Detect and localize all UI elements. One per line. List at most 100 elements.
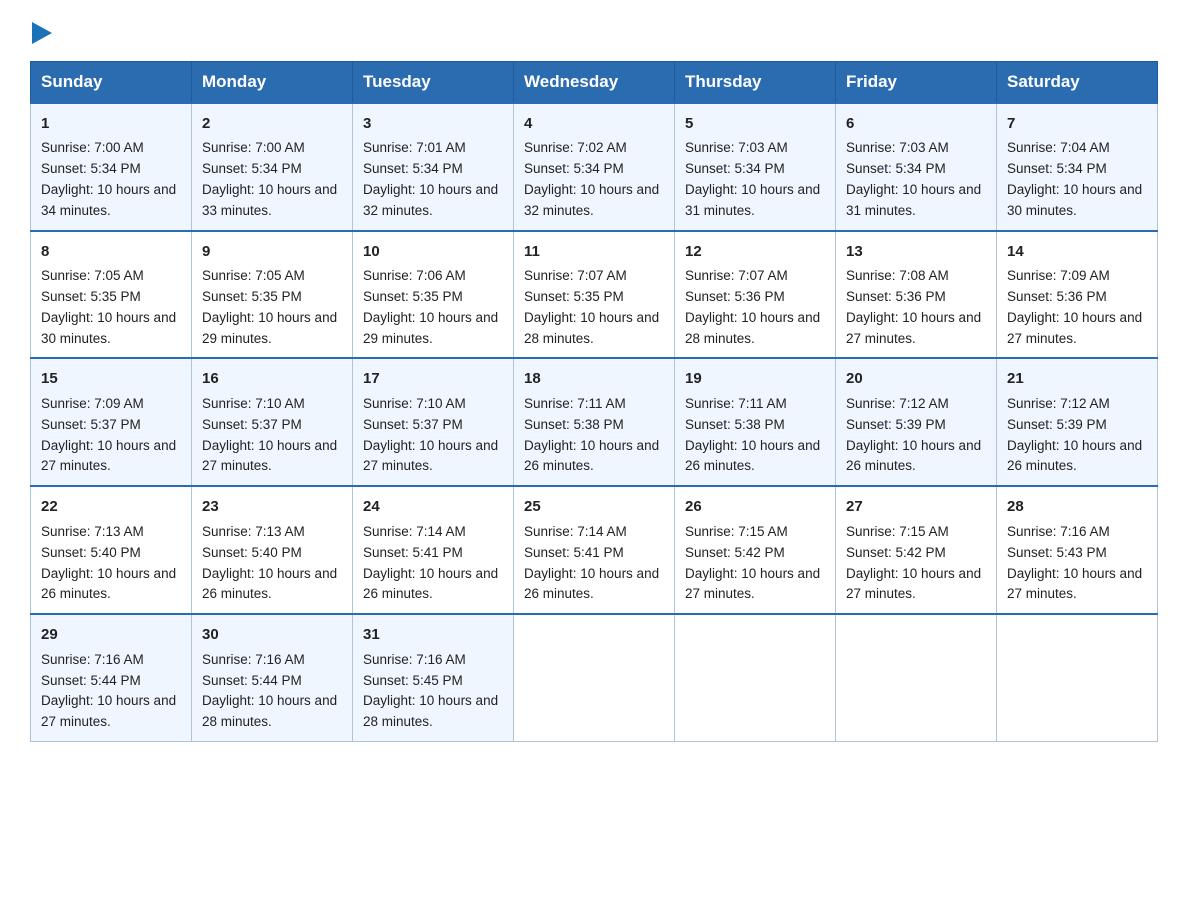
sunset-text: Sunset: 5:34 PM [363, 161, 463, 176]
daylight-text: Daylight: 10 hours and 26 minutes. [524, 438, 659, 474]
sunset-text: Sunset: 5:34 PM [524, 161, 624, 176]
sunset-text: Sunset: 5:41 PM [524, 545, 624, 560]
sunrise-text: Sunrise: 7:13 AM [202, 524, 305, 539]
sunrise-text: Sunrise: 7:07 AM [524, 268, 627, 283]
calendar-cell: 8Sunrise: 7:05 AMSunset: 5:35 PMDaylight… [31, 231, 192, 359]
day-header-monday: Monday [192, 61, 353, 103]
sunrise-text: Sunrise: 7:04 AM [1007, 140, 1110, 155]
calendar-cell [836, 614, 997, 741]
daylight-text: Daylight: 10 hours and 28 minutes. [363, 693, 498, 729]
daylight-text: Daylight: 10 hours and 27 minutes. [363, 438, 498, 474]
day-header-friday: Friday [836, 61, 997, 103]
day-number: 10 [363, 240, 503, 263]
sunrise-text: Sunrise: 7:14 AM [524, 524, 627, 539]
calendar-cell: 31Sunrise: 7:16 AMSunset: 5:45 PMDayligh… [353, 614, 514, 741]
daylight-text: Daylight: 10 hours and 26 minutes. [846, 438, 981, 474]
sunrise-text: Sunrise: 7:03 AM [846, 140, 949, 155]
week-row-1: 1Sunrise: 7:00 AMSunset: 5:34 PMDaylight… [31, 103, 1158, 231]
calendar-cell: 2Sunrise: 7:00 AMSunset: 5:34 PMDaylight… [192, 103, 353, 231]
sunset-text: Sunset: 5:39 PM [1007, 417, 1107, 432]
logo-arrow-icon [32, 22, 52, 44]
daylight-text: Daylight: 10 hours and 26 minutes. [1007, 438, 1142, 474]
calendar-cell: 18Sunrise: 7:11 AMSunset: 5:38 PMDayligh… [514, 358, 675, 486]
daylight-text: Daylight: 10 hours and 28 minutes. [685, 310, 820, 346]
day-number: 13 [846, 240, 986, 263]
day-number: 28 [1007, 495, 1147, 518]
sunrise-text: Sunrise: 7:10 AM [363, 396, 466, 411]
sunset-text: Sunset: 5:36 PM [1007, 289, 1107, 304]
calendar-cell: 17Sunrise: 7:10 AMSunset: 5:37 PMDayligh… [353, 358, 514, 486]
sunrise-text: Sunrise: 7:06 AM [363, 268, 466, 283]
daylight-text: Daylight: 10 hours and 26 minutes. [363, 566, 498, 602]
day-header-thursday: Thursday [675, 61, 836, 103]
daylight-text: Daylight: 10 hours and 26 minutes. [685, 438, 820, 474]
daylight-text: Daylight: 10 hours and 27 minutes. [846, 310, 981, 346]
day-header-wednesday: Wednesday [514, 61, 675, 103]
sunset-text: Sunset: 5:34 PM [1007, 161, 1107, 176]
daylight-text: Daylight: 10 hours and 32 minutes. [524, 182, 659, 218]
sunrise-text: Sunrise: 7:05 AM [202, 268, 305, 283]
calendar-cell: 22Sunrise: 7:13 AMSunset: 5:40 PMDayligh… [31, 486, 192, 614]
daylight-text: Daylight: 10 hours and 26 minutes. [524, 566, 659, 602]
sunrise-text: Sunrise: 7:14 AM [363, 524, 466, 539]
sunrise-text: Sunrise: 7:16 AM [41, 652, 144, 667]
calendar-cell: 27Sunrise: 7:15 AMSunset: 5:42 PMDayligh… [836, 486, 997, 614]
day-number: 9 [202, 240, 342, 263]
day-number: 25 [524, 495, 664, 518]
week-row-5: 29Sunrise: 7:16 AMSunset: 5:44 PMDayligh… [31, 614, 1158, 741]
day-number: 30 [202, 623, 342, 646]
calendar-cell: 10 Sunrise: 7:06 AM Sunset: 5:35 PM Dayligh… [353, 231, 514, 359]
calendar-cell: 4Sunrise: 7:02 AMSunset: 5:34 PMDaylight… [514, 103, 675, 231]
calendar-cell: 26Sunrise: 7:15 AMSunset: 5:42 PMDayligh… [675, 486, 836, 614]
sunset-text: Sunset: 5:34 PM [846, 161, 946, 176]
day-number: 29 [41, 623, 181, 646]
calendar-cell: 24Sunrise: 7:14 AMSunset: 5:41 PMDayligh… [353, 486, 514, 614]
sunset-text: Sunset: 5:35 PM [363, 289, 463, 304]
calendar-cell: 30Sunrise: 7:16 AMSunset: 5:44 PMDayligh… [192, 614, 353, 741]
day-number: 20 [846, 367, 986, 390]
days-header-row: SundayMondayTuesdayWednesdayThursdayFrid… [31, 61, 1158, 103]
sunset-text: Sunset: 5:37 PM [41, 417, 141, 432]
sunrise-text: Sunrise: 7:12 AM [1007, 396, 1110, 411]
calendar-cell [514, 614, 675, 741]
sunset-text: Sunset: 5:37 PM [202, 417, 302, 432]
day-number: 1 [41, 112, 181, 135]
sunrise-text: Sunrise: 7:05 AM [41, 268, 144, 283]
calendar-cell: 25 Sunrise: 7:14 AM Sunset: 5:41 PM Dayligh… [514, 486, 675, 614]
calendar-table: SundayMondayTuesdayWednesdayThursdayFrid… [30, 61, 1158, 743]
daylight-text: Daylight: 10 hours and 27 minutes. [1007, 310, 1142, 346]
sunset-text: Sunset: 5:42 PM [685, 545, 785, 560]
week-row-4: 22Sunrise: 7:13 AMSunset: 5:40 PMDayligh… [31, 486, 1158, 614]
sunset-text: Sunset: 5:38 PM [685, 417, 785, 432]
calendar-cell: 23Sunrise: 7:13 AMSunset: 5:40 PMDayligh… [192, 486, 353, 614]
daylight-text: Daylight: 10 hours and 31 minutes. [846, 182, 981, 218]
week-row-3: 15 Sunrise: 7:09 AM Sunset: 5:37 PM Dayligh… [31, 358, 1158, 486]
sunrise-text: Sunrise: 7:09 AM [1007, 268, 1110, 283]
sunset-text: Sunset: 5:40 PM [41, 545, 141, 560]
day-number: 15 [41, 367, 181, 390]
daylight-text: Daylight: 10 hours and 27 minutes. [1007, 566, 1142, 602]
sunrise-text: Sunrise: 7:16 AM [363, 652, 466, 667]
day-number: 14 [1007, 240, 1147, 263]
sunrise-text: Sunrise: 7:16 AM [1007, 524, 1110, 539]
sunrise-text: Sunrise: 7:16 AM [202, 652, 305, 667]
daylight-text: Daylight: 10 hours and 27 minutes. [846, 566, 981, 602]
sunset-text: Sunset: 5:40 PM [202, 545, 302, 560]
calendar-cell: 21Sunrise: 7:12 AMSunset: 5:39 PMDayligh… [997, 358, 1158, 486]
sunset-text: Sunset: 5:37 PM [363, 417, 463, 432]
day-number: 16 [202, 367, 342, 390]
day-number: 26 [685, 495, 825, 518]
day-number: 19 [685, 367, 825, 390]
calendar-cell: 11Sunrise: 7:07 AMSunset: 5:35 PMDayligh… [514, 231, 675, 359]
calendar-cell: 9Sunrise: 7:05 AMSunset: 5:35 PMDaylight… [192, 231, 353, 359]
sunset-text: Sunset: 5:36 PM [846, 289, 946, 304]
sunrise-text: Sunrise: 7:08 AM [846, 268, 949, 283]
day-number: 18 [524, 367, 664, 390]
sunrise-text: Sunrise: 7:02 AM [524, 140, 627, 155]
sunset-text: Sunset: 5:45 PM [363, 673, 463, 688]
sunrise-text: Sunrise: 7:09 AM [41, 396, 144, 411]
daylight-text: Daylight: 10 hours and 29 minutes. [363, 310, 498, 346]
daylight-text: Daylight: 10 hours and 26 minutes. [202, 566, 337, 602]
daylight-text: Daylight: 10 hours and 27 minutes. [41, 438, 176, 474]
daylight-text: Daylight: 10 hours and 34 minutes. [41, 182, 176, 218]
